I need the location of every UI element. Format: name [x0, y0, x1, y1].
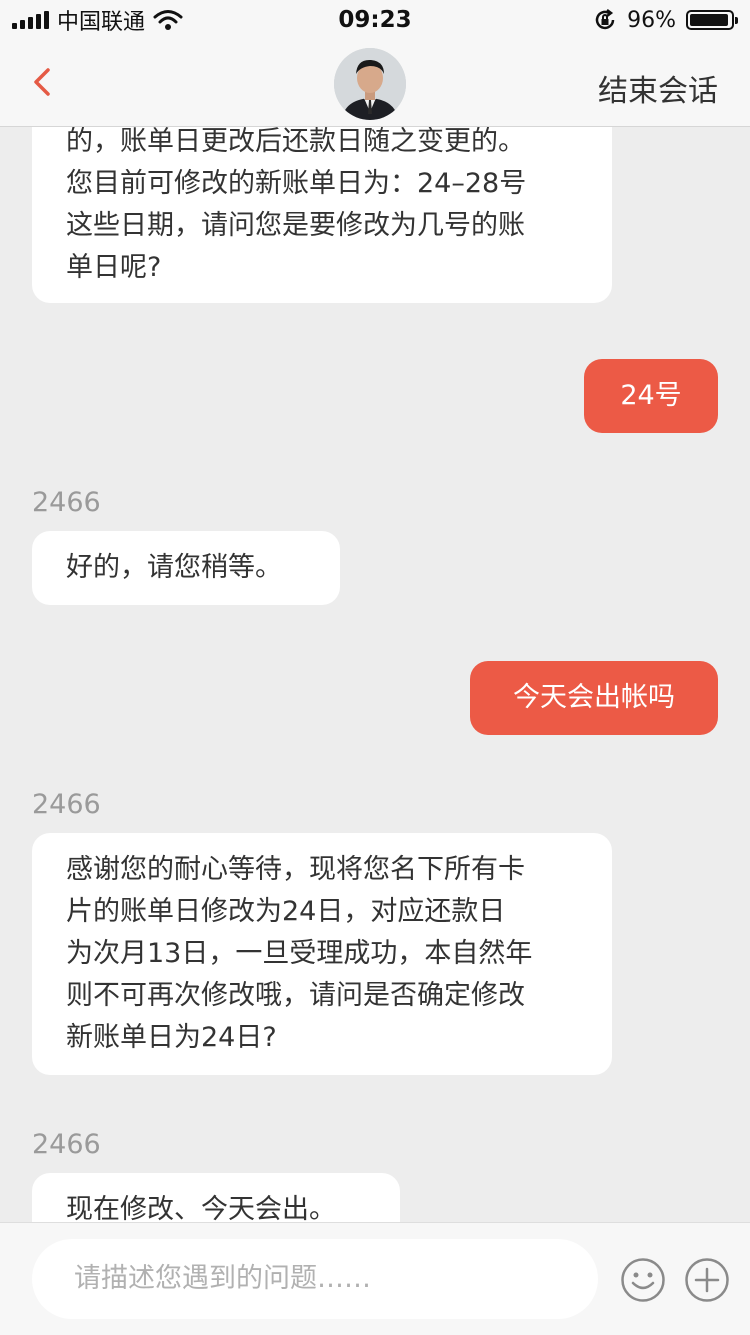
message-line: 片的账单日修改为24日，对应还款日 — [66, 896, 506, 927]
signal-icon — [12, 11, 49, 29]
message-bubble-incoming: 感谢您的耐心等待，现将您名下所有卡 片的账单日修改为24日，对应还款日 为次月1… — [32, 833, 612, 1075]
message-line: 的，账单日更改后还款日随之变更的。 — [66, 127, 525, 157]
emoji-button[interactable] — [620, 1257, 666, 1303]
status-bar: 中国联通 09:23 96% — [0, 0, 750, 40]
chat-area[interactable]: 的，账单日更改后还款日随之变更的。 您目前可修改的新账单日为：24–28号 这些… — [0, 127, 750, 1222]
nav-bar: 结束会话 — [0, 40, 750, 127]
back-button[interactable] — [24, 62, 64, 102]
message-input[interactable]: 请描述您遇到的问题…… — [32, 1239, 598, 1319]
agent-avatar[interactable] — [334, 48, 406, 120]
add-button[interactable] — [684, 1257, 730, 1303]
wifi-icon — [153, 10, 183, 30]
battery-icon — [686, 10, 738, 30]
message-line: 则不可再次修改哦，请问是否确定修改 — [66, 980, 525, 1011]
smiley-icon — [621, 1258, 665, 1302]
message-line: 感谢您的耐心等待，现将您名下所有卡 — [66, 854, 525, 885]
battery-percent: 96% — [627, 7, 676, 33]
message-line: 您目前可修改的新账单日为：24–28号 — [66, 168, 527, 199]
message-bubble-incoming: 好的，请您稍等。 — [32, 531, 340, 605]
chevron-left-icon — [34, 68, 50, 96]
message-line: 为次月13日，一旦受理成功，本自然年 — [66, 938, 533, 969]
message-line: 单日呢? — [66, 252, 162, 283]
message-bubble-outgoing: 今天会出帐吗 — [470, 661, 718, 735]
rotation-lock-icon — [595, 9, 615, 30]
message-line: 新账单日为24日? — [66, 1022, 277, 1053]
message-line: 这些日期，请问您是要修改为几号的账 — [66, 210, 525, 241]
sender-id: 2466 — [32, 487, 101, 518]
end-session-button[interactable]: 结束会话 — [598, 66, 718, 110]
sender-id: 2466 — [32, 789, 101, 820]
status-left: 中国联通 — [12, 0, 183, 40]
message-bubble-incoming: 的，账单日更改后还款日随之变更的。 您目前可修改的新账单日为：24–28号 这些… — [32, 127, 612, 303]
plus-circle-icon — [685, 1258, 729, 1302]
message-bubble-outgoing: 24号 — [584, 359, 718, 433]
input-bar: 请描述您遇到的问题…… — [0, 1222, 750, 1335]
carrier-name: 中国联通 — [57, 10, 146, 35]
sender-id: 2466 — [32, 1129, 101, 1160]
message-bubble-incoming: 现在修改、今天会出。 — [32, 1173, 400, 1222]
avatar-portrait — [334, 48, 406, 120]
status-right: 96% — [593, 0, 738, 40]
